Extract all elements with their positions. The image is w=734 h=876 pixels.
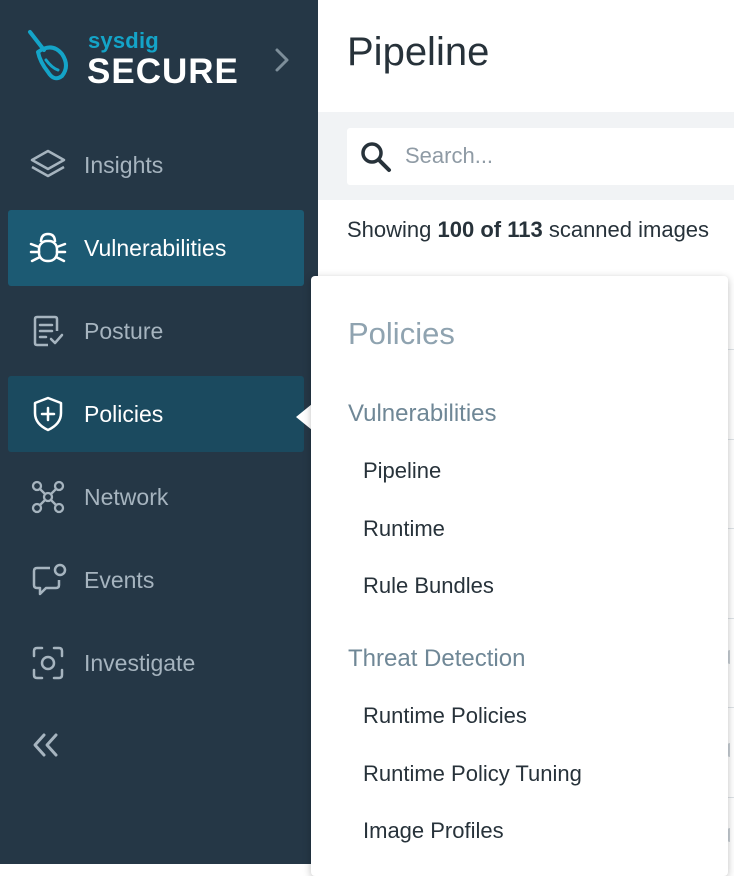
menu-item-runtime[interactable]: Runtime <box>363 516 445 542</box>
flyout-section-threat-detection: Threat Detection <box>348 645 526 672</box>
sidebar-item-investigate[interactable]: Investigate <box>8 625 304 701</box>
sidebar-item-policies[interactable]: Policies <box>8 376 304 452</box>
showing-suffix: scanned images <box>548 217 710 242</box>
shield-plus-icon <box>28 396 68 432</box>
sidebar-item-insights[interactable]: Insights <box>8 127 304 203</box>
capture-icon <box>28 645 68 681</box>
sidebar-item-posture[interactable]: Posture <box>8 293 304 369</box>
sidebar-item-label: Insights <box>84 152 164 178</box>
showing-count: 100 of 113 <box>437 217 543 242</box>
sidebar-item-label: Investigate <box>84 650 196 676</box>
brand[interactable]: sysdig SECURE <box>26 24 296 94</box>
flyout-pointer <box>296 404 312 430</box>
sidebar-item-label: Events <box>84 567 155 593</box>
sidebar-item-vulnerabilities[interactable]: Vulnerabilities <box>8 210 304 286</box>
sidebar-item-label: Vulnerabilities <box>84 235 227 261</box>
sidebar-item-label: Policies <box>84 401 164 427</box>
sidebar-item-label: Posture <box>84 318 164 344</box>
results-count: Showing 100 of 113 scanned images <box>347 217 709 243</box>
row-icon-edge <box>727 828 734 842</box>
flyout-section-vulnerabilities: Vulnerabilities <box>348 400 497 427</box>
double-chevron-left-icon[interactable] <box>30 730 62 760</box>
showing-prefix: Showing <box>347 217 432 242</box>
checklist-icon <box>28 313 68 349</box>
menu-item-rule-bundles[interactable]: Rule Bundles <box>363 573 494 599</box>
search-toolbar <box>318 112 734 200</box>
chevron-right-icon[interactable] <box>272 46 292 74</box>
menu-item-pipeline[interactable]: Pipeline <box>363 458 441 484</box>
brand-name: sysdig <box>88 28 159 53</box>
menu-item-runtime-policy-tuning[interactable]: Runtime Policy Tuning <box>363 761 582 787</box>
menu-item-image-profiles[interactable]: Image Profiles <box>363 818 504 844</box>
sidebar: sysdig SECURE Insights Vulnerabilities P… <box>0 0 318 864</box>
network-nodes-icon <box>28 479 68 515</box>
menu-item-runtime-policies[interactable]: Runtime Policies <box>363 703 527 729</box>
layers-icon <box>28 147 68 183</box>
flyout-title: Policies <box>348 316 455 351</box>
chat-alert-icon <box>28 562 68 598</box>
search-box[interactable] <box>347 128 734 185</box>
policies-flyout-menu: Policies Vulnerabilities Pipeline Runtim… <box>311 276 728 876</box>
row-icon-edge <box>727 650 734 664</box>
page-title: Pipeline <box>347 30 490 74</box>
brand-product: SECURE <box>87 52 239 91</box>
search-icon <box>359 140 393 174</box>
shovel-icon <box>26 28 72 84</box>
sidebar-item-network[interactable]: Network <box>8 459 304 535</box>
sidebar-item-events[interactable]: Events <box>8 542 304 618</box>
search-input[interactable] <box>403 138 734 174</box>
sidebar-item-label: Network <box>84 484 169 510</box>
row-icon-edge <box>727 743 734 757</box>
bug-icon <box>28 230 68 266</box>
